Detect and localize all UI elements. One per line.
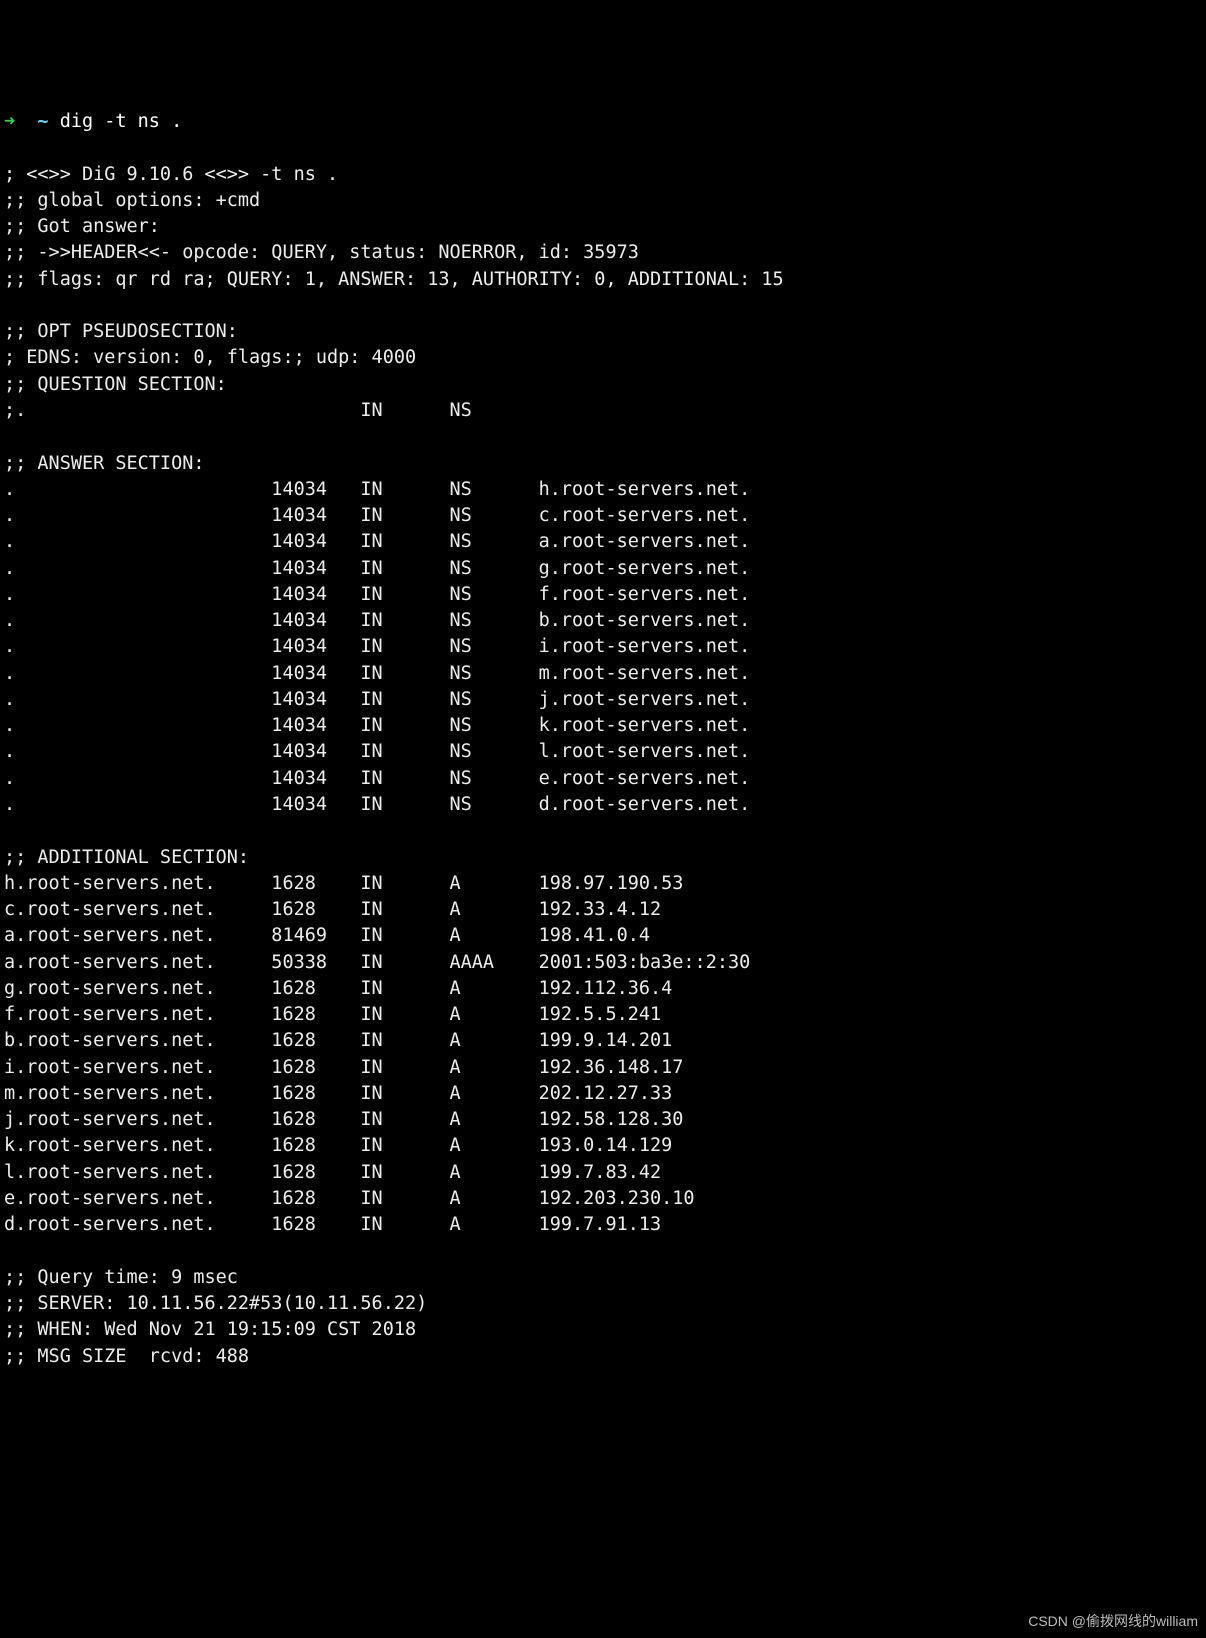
terminal-output: ➜ ~ dig -t ns . ; <<>> DiG 9.10.6 <<>> -… <box>4 109 1202 1370</box>
watermark: CSDN @偷拨网线的william <box>1028 1612 1198 1632</box>
prompt-cwd: ~ <box>37 111 48 132</box>
prompt-arrow-icon: ➜ <box>4 111 15 132</box>
command-text: dig -t ns . <box>60 111 183 132</box>
dig-output: ; <<>> DiG 9.10.6 <<>> -t ns . ;; global… <box>4 164 784 1367</box>
